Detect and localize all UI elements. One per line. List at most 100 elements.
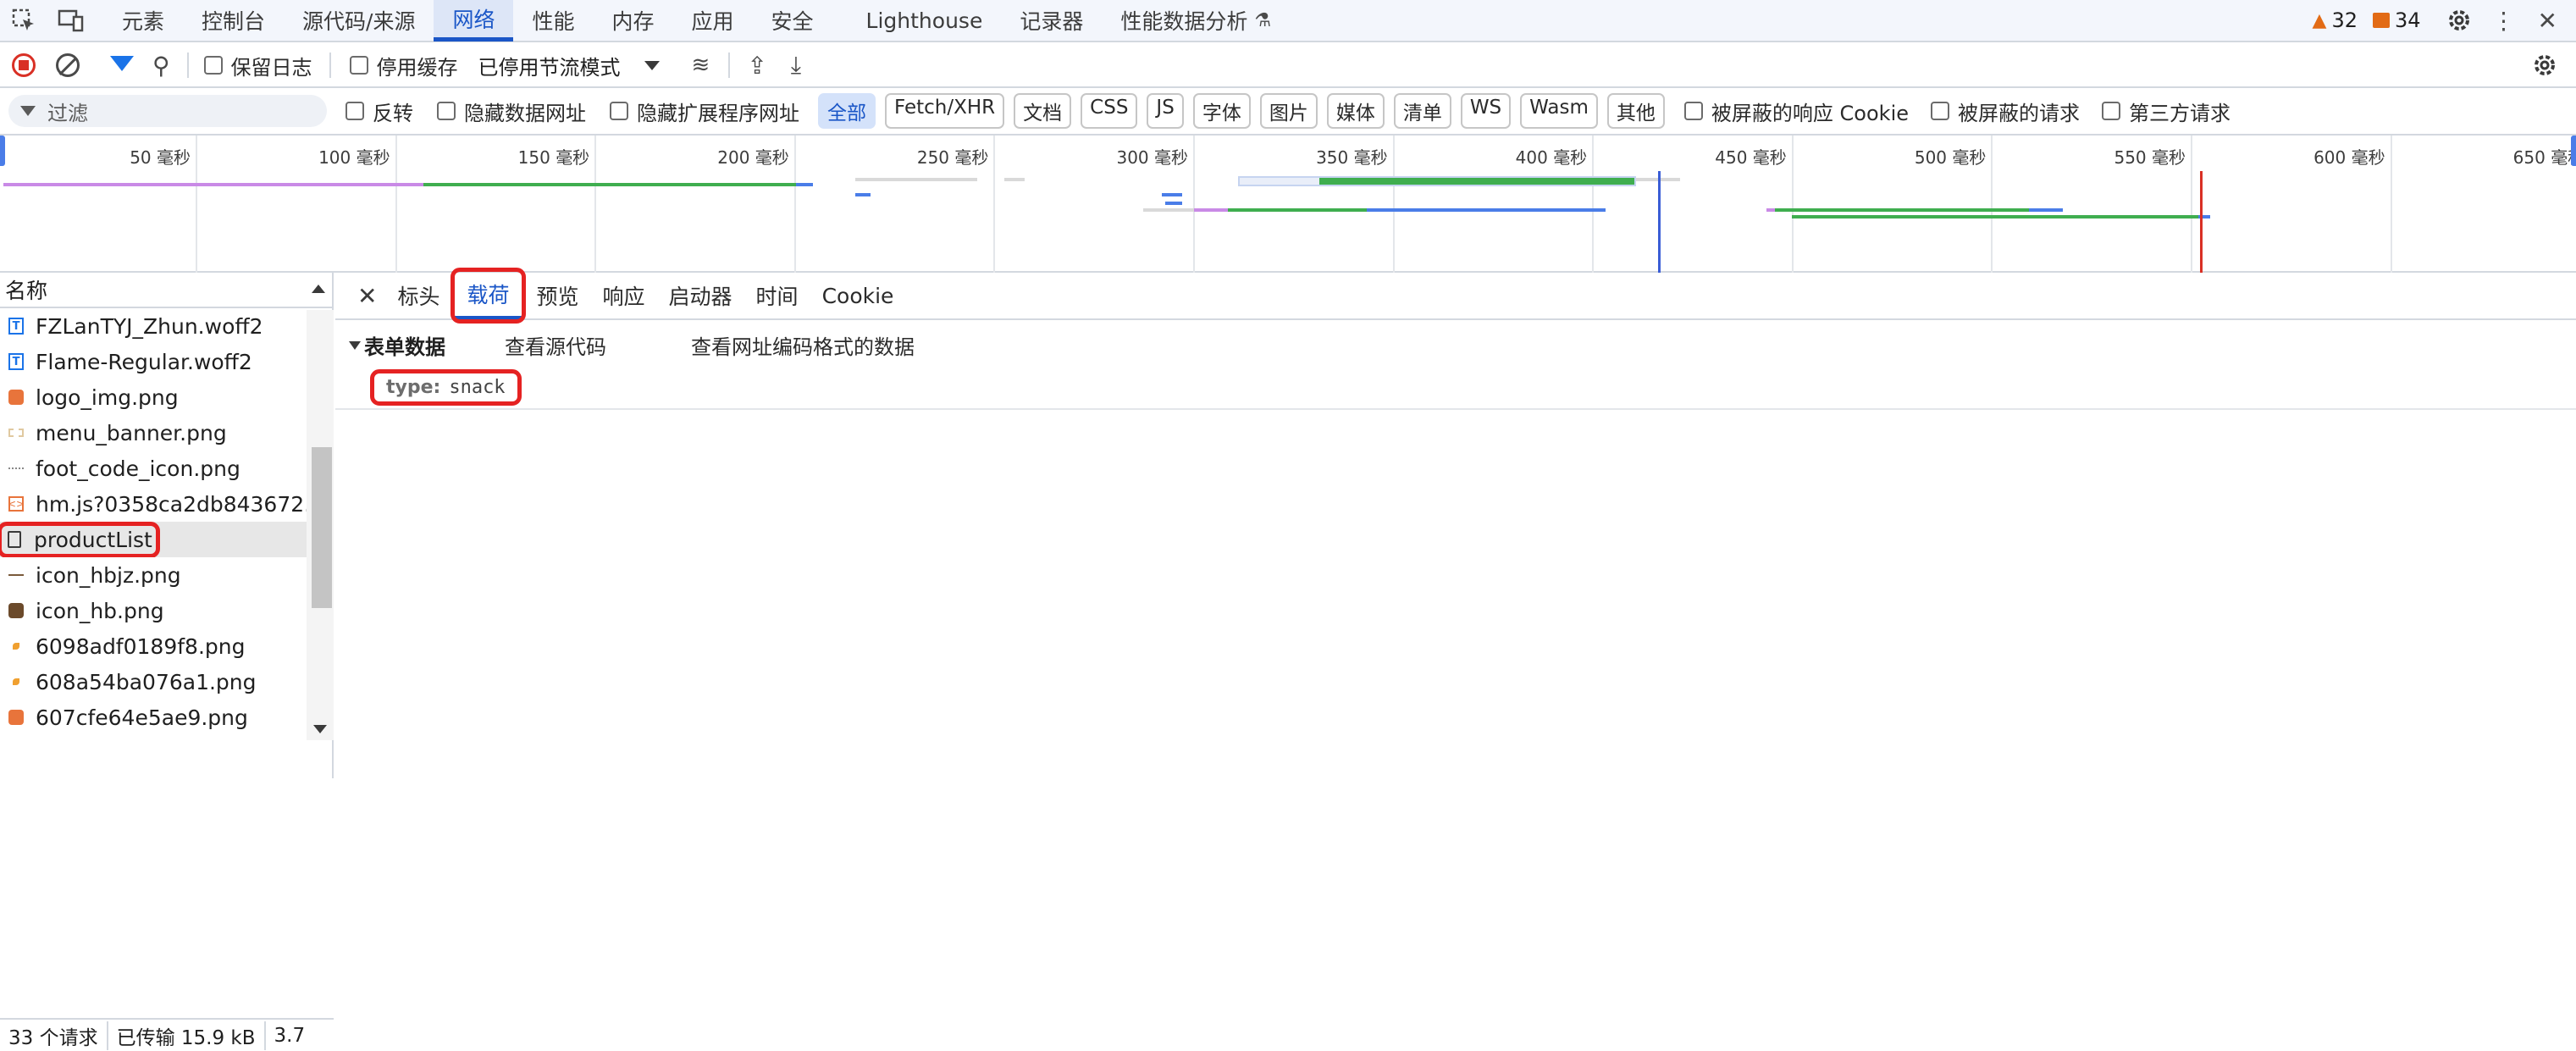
request-row[interactable]: foot_code_icon.png — [0, 451, 307, 486]
warning-count[interactable]: 32 — [2331, 8, 2358, 32]
detail-tab[interactable]: 标头 — [385, 272, 451, 319]
request-name: logo_img.png — [36, 384, 179, 410]
network-conditions-icon[interactable]: ≋ — [692, 53, 710, 78]
name-column-header[interactable]: 名称 — [0, 273, 332, 308]
detail-tab-bar: ✕ 标头 载荷 预览 响应 启动器 时间 Cookie — [335, 268, 2576, 324]
request-row[interactable]: icon_hbjz.png — [0, 557, 307, 593]
devtools-tab[interactable]: Lighthouse — [848, 0, 1002, 41]
hide-extension-urls-checkbox[interactable]: 隐藏扩展程序网址 — [610, 97, 799, 126]
import-har-icon[interactable]: ⇪ — [747, 52, 766, 80]
detail-tab[interactable]: Cookie — [810, 272, 906, 319]
blocked-cookies-checkbox[interactable]: 被屏蔽的响应 Cookie — [1683, 97, 1909, 126]
chevron-down-icon[interactable] — [644, 60, 660, 70]
issues-count[interactable]: 34 — [2395, 8, 2421, 32]
invert-checkbox[interactable]: 反转 — [345, 97, 413, 126]
type-filter-pill[interactable]: 全部 — [818, 93, 876, 129]
type-filter-pill[interactable]: Wasm — [1520, 93, 1598, 129]
type-filter-pill[interactable]: Fetch/XHR — [885, 93, 1005, 129]
scroll-down-icon[interactable] — [313, 725, 327, 733]
network-settings-gear-icon[interactable] — [2532, 53, 2557, 78]
type-filter-pill[interactable]: 字体 — [1192, 93, 1251, 129]
scrollbar-thumb[interactable] — [312, 447, 332, 608]
detail-tab[interactable]: 响应 — [591, 272, 657, 319]
request-name: 608a54ba076a1.png — [36, 669, 257, 694]
request-row[interactable]: menu_banner.png — [0, 415, 307, 451]
active-detail-tab-highlight[interactable]: 载荷 — [451, 268, 526, 324]
script-file-icon: <> — [7, 496, 25, 512]
timeline-tick-label: 200 毫秒 — [717, 147, 789, 168]
record-stop-icon[interactable] — [12, 53, 36, 77]
request-row[interactable]: 607cfe64e5ae9.png — [0, 700, 307, 735]
type-filter-pill[interactable]: 清单 — [1393, 93, 1451, 129]
settings-gear-icon[interactable] — [2446, 8, 2472, 33]
devtools-tab[interactable]: 元素 — [103, 0, 183, 41]
export-har-icon[interactable]: ⤓ — [791, 51, 801, 80]
search-icon[interactable]: ⚲ — [152, 52, 170, 80]
devtools-tab[interactable]: 性能 — [513, 0, 593, 41]
request-row[interactable]: logo_img.png — [0, 379, 307, 415]
disable-cache-checkbox[interactable]: 停用缓存 — [349, 51, 458, 80]
overview-selection-handle-right[interactable] — [2571, 136, 2576, 166]
devtools-tab[interactable]: 性能数据分析 — [1102, 0, 1266, 41]
type-filter-pill[interactable]: JS — [1147, 93, 1184, 129]
image-file-icon — [7, 707, 25, 727]
type-filter-pill[interactable]: CSS — [1081, 93, 1138, 129]
detail-tab[interactable]: 启动器 — [657, 272, 744, 319]
filter-icon[interactable] — [110, 56, 134, 71]
image-file-icon — [7, 636, 25, 656]
devtools-tab[interactable]: 应用 — [673, 0, 753, 41]
timeline-gridline: 350 毫秒 — [1316, 136, 1395, 273]
blocked-requests-checkbox[interactable]: 被屏蔽的请求 — [1931, 97, 2080, 126]
overview-bar — [1162, 193, 1182, 196]
hide-data-urls-checkbox[interactable]: 隐藏数据网址 — [437, 97, 586, 126]
clear-icon[interactable] — [56, 53, 80, 77]
expand-triangle-icon[interactable] — [349, 340, 361, 350]
sort-up-icon[interactable] — [312, 285, 325, 293]
request-row[interactable]: T Flame-Regular.woff2 — [0, 344, 307, 379]
form-param-row[interactable]: type: snack — [370, 369, 522, 406]
preserve-log-checkbox[interactable]: 保留日志 — [203, 51, 312, 80]
device-toggle-icon[interactable] — [47, 0, 95, 41]
devtools-tab[interactable]: 源代码/来源 — [284, 0, 434, 41]
detail-tab[interactable]: 预览 — [525, 272, 591, 319]
filter-input[interactable]: 过滤 — [47, 97, 88, 126]
type-filter-pill[interactable]: 图片 — [1259, 93, 1318, 129]
network-overview-timeline[interactable]: 50 毫秒 100 毫秒 150 毫秒 200 毫秒 250 毫秒 300 毫秒 350 毫… — [0, 136, 2576, 273]
devtools-tab[interactable]: 记录器 — [1001, 0, 1102, 41]
type-filter-pill[interactable]: WS — [1460, 93, 1512, 129]
close-detail-icon[interactable]: ✕ — [357, 282, 377, 310]
request-row[interactable]: T FZLanTYJ_Zhun.woff2 — [0, 308, 307, 344]
form-data-title[interactable]: 表单数据 — [364, 330, 445, 360]
selected-request-highlight[interactable]: productList — [0, 522, 160, 557]
overview-bar — [1194, 208, 1228, 212]
filter-input-box[interactable]: 过滤 — [8, 95, 327, 127]
throttle-select[interactable]: 已停用节流模式 — [478, 51, 621, 80]
overview-selection-handle-left[interactable] — [0, 136, 5, 166]
request-row[interactable]: 608a54ba076a1.png — [0, 664, 307, 700]
request-row[interactable]: icon_hb.png — [0, 593, 307, 628]
devtools-tab[interactable]: 网络 — [434, 0, 514, 41]
devtools-tab[interactable]: 安全 — [753, 0, 832, 41]
detail-tab[interactable]: 时间 — [744, 272, 810, 319]
close-devtools-icon[interactable]: ✕ — [2538, 7, 2557, 35]
type-filter-pill[interactable]: 媒体 — [1326, 93, 1385, 129]
view-source-button[interactable]: 查看源代码 — [505, 330, 606, 360]
font-file-icon: T — [7, 316, 25, 336]
view-url-encoded-button[interactable]: 查看网址编码格式的数据 — [691, 330, 915, 360]
issues-icon[interactable] — [2372, 13, 2390, 28]
more-options-icon[interactable]: ⋮ — [2492, 7, 2516, 35]
warning-icon[interactable]: ▲ — [2313, 10, 2327, 31]
inspect-element-icon[interactable] — [0, 0, 47, 41]
request-row[interactable]: productList — [0, 522, 307, 557]
type-filter-pill[interactable]: 其他 — [1606, 93, 1665, 129]
detail-tab[interactable]: 载荷 — [455, 272, 522, 319]
third-party-checkbox[interactable]: 第三方请求 — [2102, 97, 2231, 126]
request-row[interactable]: 6098adf0189f8.png — [0, 628, 307, 664]
filter-funnel-icon — [20, 106, 36, 116]
devtools-tab[interactable]: 内存 — [594, 0, 673, 41]
network-status-bar: 33 个请求 已传输 15.9 kB 3.7 — [0, 1018, 334, 1051]
request-list-scrollbar[interactable] — [307, 310, 334, 740]
devtools-tab[interactable]: 控制台 — [183, 0, 284, 41]
request-row[interactable]: <> hm.js?0358ca2db843672... — [0, 486, 307, 522]
type-filter-pill[interactable]: 文档 — [1014, 93, 1072, 129]
